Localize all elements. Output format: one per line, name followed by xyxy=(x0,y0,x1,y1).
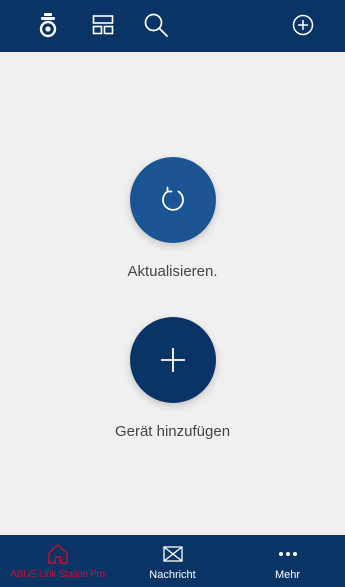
nav-item-messages[interactable]: Nachricht xyxy=(115,535,230,587)
add-device-label: Gerät hinzufügen xyxy=(114,423,231,440)
top-bar xyxy=(0,0,345,52)
add-circle-icon[interactable] xyxy=(290,12,316,38)
add-device-button[interactable] xyxy=(129,317,216,403)
nav-label-messages: Nachricht xyxy=(149,569,196,581)
nav-item-home[interactable]: ABUS Link Station Pro xyxy=(0,535,115,587)
more-icon xyxy=(278,543,298,565)
nav-label-home: ABUS Link Station Pro xyxy=(10,569,105,580)
main-content: Aktualisieren. Gerät hinzufügen xyxy=(0,52,345,535)
layout-icon[interactable] xyxy=(90,12,116,38)
nav-label-more: Mehr xyxy=(274,569,301,581)
refresh-section: Aktualisieren. xyxy=(0,157,345,280)
search-icon[interactable] xyxy=(143,12,169,38)
refresh-button[interactable] xyxy=(129,157,216,243)
add-device-section: Gerät hinzufügen xyxy=(0,317,345,440)
mail-icon xyxy=(162,543,183,565)
home-icon xyxy=(47,543,69,565)
refresh-label: Aktualisieren. xyxy=(127,263,218,280)
nav-item-more[interactable]: Mehr xyxy=(230,535,345,587)
plus-icon xyxy=(160,348,185,372)
camera-icon[interactable] xyxy=(35,12,61,38)
refresh-icon xyxy=(161,186,184,211)
bottom-nav: ABUS Link Station Pro Nachricht Mehr xyxy=(0,535,345,587)
